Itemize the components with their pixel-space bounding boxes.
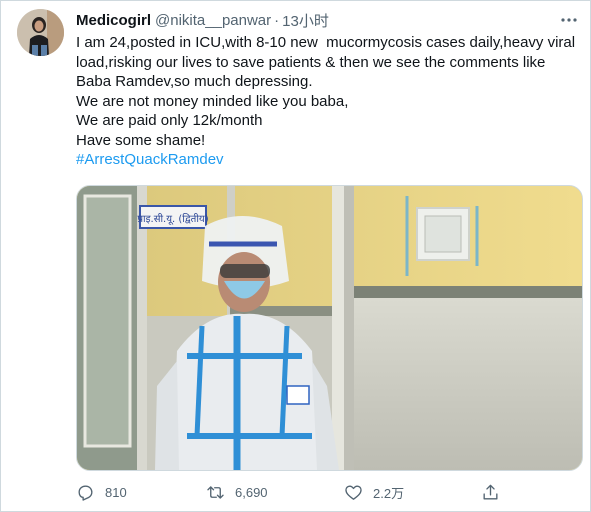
more-icon[interactable] xyxy=(560,11,578,29)
tweet-photo[interactable]: प्राइ.सी.यू. (द्वितीय) xyxy=(76,185,583,471)
tweet-actions: 810 6,690 2.2万 xyxy=(76,482,506,502)
avatar-image xyxy=(17,9,64,56)
retweet-button[interactable]: 6,690 xyxy=(206,483,268,502)
retweet-icon xyxy=(207,485,224,499)
tweet-line: We are paid only 12k/month xyxy=(76,112,263,129)
reply-count: 810 xyxy=(105,484,127,500)
reply-icon xyxy=(78,484,93,501)
like-button[interactable]: 2.2万 xyxy=(344,483,404,502)
tweet-header: Medicogirl @nikita__panwar · 13小时 xyxy=(76,10,570,30)
share-button[interactable] xyxy=(481,483,510,502)
wall-sign-text: प्राइ.सी.यू. (द्वितीय) xyxy=(137,213,208,225)
like-icon xyxy=(345,484,362,500)
tweet-text: I am 24,posted in ICU,with 8-10 new muco… xyxy=(76,33,576,170)
reply-button[interactable]: 810 xyxy=(76,483,127,502)
like-count: 2.2万 xyxy=(373,485,405,501)
avatar[interactable] xyxy=(17,9,64,56)
author-handle[interactable]: @nikita__panwar xyxy=(155,12,271,29)
photo-image: प्राइ.सी.यू. (द्वितीय) xyxy=(77,186,582,470)
retweet-count: 6,690 xyxy=(235,484,268,500)
separator-dot: · xyxy=(274,11,280,29)
tweet-timestamp[interactable]: 13小时 xyxy=(282,10,329,31)
tweet-line: Have some shame! xyxy=(76,131,206,149)
tweet-line: We are not money minded like you baba, xyxy=(76,92,349,110)
tweet-line: I am 24,posted in ICU,with 8-10 new muco… xyxy=(76,34,580,90)
author-display-name[interactable]: Medicogirl xyxy=(76,12,151,29)
hashtag-link[interactable]: #ArrestQuackRamdev xyxy=(76,150,576,170)
share-icon xyxy=(483,484,498,500)
